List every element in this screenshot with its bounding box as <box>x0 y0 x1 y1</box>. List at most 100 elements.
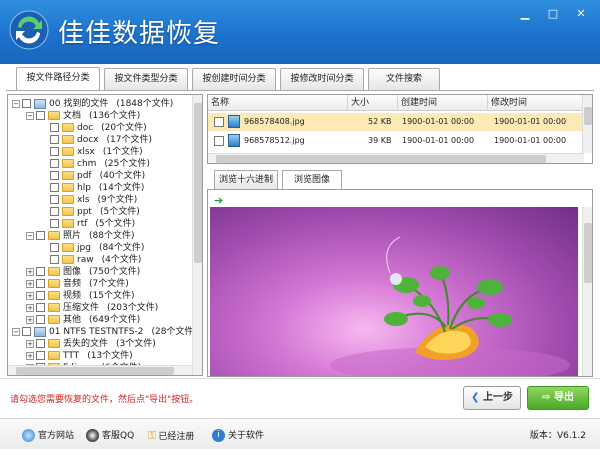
expand-icon[interactable]: + <box>26 267 34 276</box>
folder-icon <box>62 147 74 156</box>
expand-icon[interactable]: + <box>26 351 34 360</box>
back-button[interactable]: ❮ 上一步 <box>463 386 521 410</box>
column-created[interactable]: 创建时间 <box>398 95 488 111</box>
tree-node[interactable]: docx (17个文件) <box>40 134 152 146</box>
folder-icon <box>62 123 74 132</box>
tree-node[interactable]: − 照片 (88个文件) <box>26 230 135 242</box>
registered-link[interactable]: ⚿ 已经注册 <box>148 429 194 443</box>
image-file-icon <box>228 115 240 128</box>
close-button[interactable]: ✕ <box>572 6 590 22</box>
tab-image-view[interactable]: 浏览图像 <box>282 170 342 190</box>
tree-checkbox[interactable] <box>50 207 59 216</box>
tree-node[interactable]: + 其他 (649个文件) <box>26 314 140 326</box>
tree-checkbox[interactable] <box>50 171 59 180</box>
tree-node[interactable]: doc (20个文件) <box>40 122 147 134</box>
tree-checkbox[interactable] <box>50 183 59 192</box>
tree-node[interactable]: raw (4个文件) <box>40 254 141 266</box>
tree-node[interactable]: + TTT (13个文件) <box>26 350 133 362</box>
tree-node[interactable]: + 丢失的文件 (3个文件) <box>26 338 156 350</box>
tree-checkbox[interactable] <box>36 339 45 348</box>
tree-vertical-scrollbar[interactable] <box>192 95 202 375</box>
filelist-horizontal-scrollbar[interactable] <box>208 153 584 163</box>
tree-checkbox[interactable] <box>22 99 31 108</box>
tree-node-count: (750个文件) <box>89 267 141 277</box>
tree-node[interactable]: hlp (14个文件) <box>40 182 144 194</box>
file-row[interactable]: 968578512.jpg 39 KB 1900-01-01 00:00 1900-0… <box>208 132 584 150</box>
tree-node[interactable]: + 音频 (7个文件) <box>26 278 129 290</box>
tree-checkbox[interactable] <box>36 291 45 300</box>
tree-checkbox[interactable] <box>50 147 59 156</box>
tab-file-search[interactable]: 文件搜索 <box>368 68 440 90</box>
tree-checkbox[interactable] <box>36 267 45 276</box>
file-row[interactable]: 968578408.jpg 52 KB 1900-01-01 00:00 1900-0… <box>208 113 584 131</box>
tree-node-count: (20个文件) <box>101 123 147 133</box>
official-website-link[interactable]: 官方网站 <box>22 429 74 443</box>
tree-checkbox[interactable] <box>50 159 59 168</box>
tree-checkbox[interactable] <box>36 351 45 360</box>
tree-node[interactable]: chm (25个文件) <box>40 158 150 170</box>
preview-vertical-scrollbar[interactable] <box>582 207 592 376</box>
about-link[interactable]: i 关于软件 <box>212 429 264 443</box>
folder-icon <box>48 303 60 312</box>
tree-checkbox[interactable] <box>36 111 45 120</box>
export-button[interactable]: ⇨ 导出 <box>527 386 589 410</box>
tree-node-count: (88个文件) <box>89 231 135 241</box>
column-size[interactable]: 大小 <box>348 95 398 111</box>
expand-icon[interactable]: + <box>26 279 34 288</box>
tree-node[interactable]: − 01 NTFS TESTNTFS-2 (28个文件) <box>12 326 197 338</box>
tab-divider <box>6 90 594 91</box>
tree-node[interactable]: + 视频 (15个文件) <box>26 290 135 302</box>
tab-hex-view[interactable]: 浏览十六进制 <box>214 170 278 190</box>
expand-icon[interactable]: + <box>26 315 34 324</box>
tree-horizontal-scrollbar[interactable] <box>8 365 192 375</box>
tree-checkbox[interactable] <box>36 279 45 288</box>
tree-node[interactable]: + 图像 (750个文件) <box>26 266 140 278</box>
folder-tree[interactable]: − 00 找到的文件 (1848个文件) − 文档 (136个文件) doc (20个文件) d… <box>7 94 203 376</box>
tree-checkbox[interactable] <box>50 255 59 264</box>
file-checkbox[interactable] <box>214 136 224 146</box>
tree-checkbox[interactable] <box>50 219 59 228</box>
tree-node[interactable]: − 00 找到的文件 (1848个文件) <box>12 98 173 110</box>
column-modified[interactable]: 修改时间 <box>488 95 584 111</box>
collapse-icon[interactable]: − <box>26 111 34 120</box>
expand-icon[interactable]: + <box>26 291 34 300</box>
tree-node-label: xls <box>77 195 90 205</box>
folder-icon <box>62 255 74 264</box>
tree-checkbox[interactable] <box>50 135 59 144</box>
expand-icon[interactable]: + <box>26 339 34 348</box>
tab-by-type[interactable]: 按文件类型分类 <box>104 68 188 90</box>
tree-node[interactable]: xlsx (1个文件) <box>40 146 143 158</box>
tab-by-modified-time[interactable]: 按修改时间分类 <box>280 68 364 90</box>
tree-checkbox[interactable] <box>36 231 45 240</box>
file-name: 968578512.jpg <box>244 136 305 145</box>
version-number: V6.1.2 <box>556 431 586 441</box>
tree-node[interactable]: rtf (5个文件) <box>40 218 135 230</box>
tree-node[interactable]: − 文档 (136个文件) <box>26 110 140 122</box>
maximize-button[interactable]: □ <box>544 6 562 22</box>
collapse-icon[interactable]: − <box>12 327 20 336</box>
collapse-icon[interactable]: − <box>26 231 34 240</box>
tree-checkbox[interactable] <box>36 303 45 312</box>
tree-checkbox[interactable] <box>50 195 59 204</box>
tree-checkbox[interactable] <box>50 243 59 252</box>
support-qq-link[interactable]: 客服QQ <box>86 429 134 443</box>
tab-by-created-time[interactable]: 按创建时间分类 <box>192 68 276 90</box>
tree-checkbox[interactable] <box>22 327 31 336</box>
tree-checkbox[interactable] <box>50 123 59 132</box>
tree-checkbox[interactable] <box>36 315 45 324</box>
tree-node[interactable]: xls (9个文件) <box>40 194 137 206</box>
collapse-icon[interactable]: − <box>12 99 20 108</box>
tree-node[interactable]: pdf (40个文件) <box>40 170 145 182</box>
tab-by-path[interactable]: 按文件路径分类 <box>16 67 100 91</box>
tree-node-label: 音频 <box>63 279 82 289</box>
tree-node[interactable]: jpg (84个文件) <box>40 242 144 254</box>
qq-penguin-icon <box>86 429 99 442</box>
tree-node-label: 01 NTFS TESTNTFS-2 <box>49 327 144 337</box>
file-checkbox[interactable] <box>214 117 224 127</box>
expand-icon[interactable]: + <box>26 303 34 312</box>
tree-node[interactable]: + 压缩文件 (203个文件) <box>26 302 158 314</box>
tree-node[interactable]: ppt (5个文件) <box>40 206 140 218</box>
filelist-vertical-scrollbar[interactable] <box>582 95 592 153</box>
column-name[interactable]: 名称 <box>208 95 348 111</box>
minimize-button[interactable]: ▁ <box>516 6 534 22</box>
